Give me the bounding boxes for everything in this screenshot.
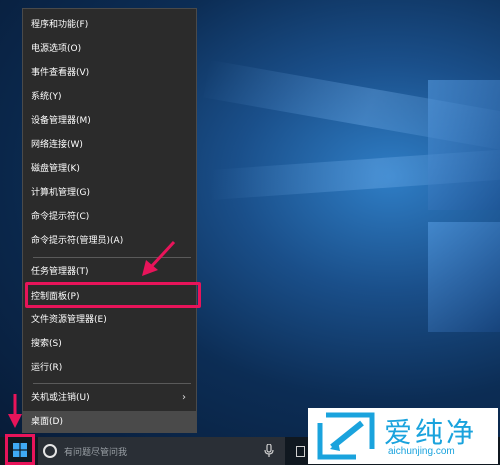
wallpaper-window-pane bbox=[428, 222, 500, 332]
menu-separator bbox=[33, 383, 191, 384]
start-button[interactable] bbox=[5, 434, 35, 465]
control-panel-highlight-box bbox=[25, 282, 201, 308]
menu-item-file-explorer[interactable]: 文件资源管理器(E) bbox=[23, 309, 196, 331]
watermark-title: 爱纯净 bbox=[384, 416, 478, 449]
task-view-icon[interactable] bbox=[296, 446, 305, 457]
wallpaper-window-pane bbox=[428, 80, 500, 210]
search-placeholder: 有问题尽管问我 bbox=[64, 447, 128, 458]
menu-item-disk-management[interactable]: 磁盘管理(K) bbox=[23, 158, 196, 180]
menu-separator bbox=[33, 257, 191, 258]
menu-item-system[interactable]: 系统(Y) bbox=[23, 86, 196, 108]
menu-item-event-viewer[interactable]: 事件查看器(V) bbox=[23, 62, 196, 84]
watermark: 爱纯净 aichunjing.com bbox=[308, 408, 498, 464]
microphone-icon[interactable] bbox=[264, 444, 274, 458]
menu-item-programs-and-features[interactable]: 程序和功能(F) bbox=[23, 14, 196, 36]
watermark-logo-icon bbox=[317, 412, 375, 460]
windows-logo-icon bbox=[13, 442, 27, 457]
menu-item-command-prompt[interactable]: 命令提示符(C) bbox=[23, 206, 196, 228]
win-x-context-menu: 程序和功能(F) 电源选项(O) 事件查看器(V) 系统(Y) 设备管理器(M)… bbox=[22, 8, 197, 433]
menu-item-shut-down-or-sign-out[interactable]: 关机或注销(U) › bbox=[23, 387, 196, 409]
menu-item-run[interactable]: 运行(R) bbox=[23, 357, 196, 379]
chevron-right-icon: › bbox=[182, 392, 186, 403]
menu-item-search[interactable]: 搜索(S) bbox=[23, 333, 196, 355]
menu-item-computer-management[interactable]: 计算机管理(G) bbox=[23, 182, 196, 204]
cortana-search-box[interactable]: 有问题尽管问我 bbox=[38, 437, 285, 465]
menu-item-command-prompt-admin[interactable]: 命令提示符(管理员)(A) bbox=[23, 230, 196, 252]
cortana-circle-icon bbox=[43, 444, 57, 458]
menu-item-device-manager[interactable]: 设备管理器(M) bbox=[23, 110, 196, 132]
wallpaper-light-beam bbox=[210, 146, 500, 200]
menu-item-label: 关机或注销(U) bbox=[31, 392, 90, 403]
wallpaper-light-beam bbox=[203, 60, 500, 155]
menu-item-desktop[interactable]: 桌面(D) bbox=[23, 411, 196, 433]
menu-item-task-manager[interactable]: 任务管理器(T) bbox=[23, 261, 196, 283]
menu-item-power-options[interactable]: 电源选项(O) bbox=[23, 38, 196, 60]
watermark-url: aichunjing.com bbox=[388, 446, 455, 457]
menu-item-network-connections[interactable]: 网络连接(W) bbox=[23, 134, 196, 156]
